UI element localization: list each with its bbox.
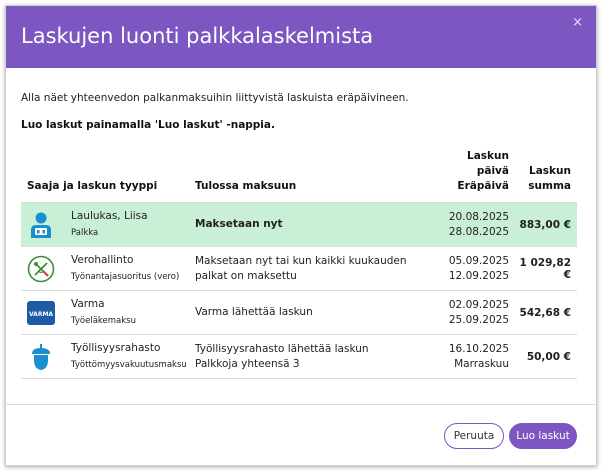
due-date: Marraskuu [454,357,509,370]
table-end-row [21,378,577,379]
status-cell: Varma lähettää laskun [195,290,437,335]
invoice-date: 16.10.2025 [448,342,509,355]
table-row[interactable]: Työllisyysrahasto Työttömyysvakuutusmaks… [21,334,577,379]
payee-cell: Työllisyysrahasto Työttömyysvakuutusmaks… [71,334,195,379]
payee-name: Laulukas, Liisa [71,209,148,222]
status-text: Varma lähettää laskun [195,306,313,318]
invoice-date: 02.09.2025 [448,298,509,311]
dates-cell: 05.09.2025 12.09.2025 [437,246,518,291]
payee-type: Työeläkemaksu [71,315,136,326]
invoice-dialog: Laskujen luonti palkkalaskelmista × Alla… [5,5,597,466]
row-icon-cell [21,246,71,291]
varma-logo-text: VARMA [29,311,53,318]
header-sum-line1: Laskun [529,165,571,177]
status-text: Maksetaan nyt [195,218,283,230]
status-cell: Työllisyysrahasto lähettää laskun Palkko… [195,334,437,379]
status-text-line2: palkat on maksettu [195,269,297,282]
invoice-date: 05.09.2025 [448,254,509,267]
status-text-line1: Työllisyysrahasto lähettää laskun [195,342,369,355]
header-sum: Laskun summa [518,149,577,203]
sum-cell: 1 029,82 € [518,246,577,291]
cancel-button[interactable]: Peruuta [444,423,504,449]
create-invoices-button[interactable]: Luo laskut [509,423,577,449]
payee-type: Työttömyysvakuutusmaksu [71,359,187,370]
payee-name: Verohallinto [71,253,134,266]
status-cell: Maksetaan nyt tai kun kaikki kuukauden p… [195,246,437,291]
invoice-date: 20.08.2025 [448,210,509,223]
intro-instruction: Luo laskut painamalla 'Luo laskut' -napp… [21,119,275,131]
varma-logo: VARMA [27,299,55,327]
close-icon[interactable]: × [572,15,583,30]
header-dates: Laskun päivä Eräpäivä [437,149,518,203]
sum-cell: 50,00 € [518,334,577,379]
row-icon-cell [21,202,71,247]
table-header-row: Saaja ja laskun tyyppi Tulossa maksuun L… [21,149,577,203]
dates-cell: 02.09.2025 25.09.2025 [437,290,518,335]
table-row[interactable]: Verohallinto Työnantajasuoritus (vero) M… [21,246,577,291]
due-date: 25.09.2025 [448,313,509,326]
acorn-icon [27,343,55,371]
payee-cell: Laulukas, Liisa Palkka [71,202,195,247]
header-date-line2: päivä [476,165,509,177]
payee-name: Varma [71,297,105,310]
row-icon-cell: VARMA [21,290,71,335]
status-cell: Maksetaan nyt [195,202,437,247]
intro-text: Alla näet yhteenvedon palkanmaksuihin li… [21,92,409,104]
sum-cell: 883,00 € [518,202,577,247]
header-sum-line2: summa [528,180,571,192]
table-row[interactable]: Laulukas, Liisa Palkka Maksetaan nyt 20.… [21,202,577,247]
payee-cell: Verohallinto Työnantajasuoritus (vero) [71,246,195,291]
table-row[interactable]: VARMA Varma Työeläkemaksu Varma lähettää… [21,290,577,335]
due-date: 12.09.2025 [448,269,509,282]
dialog-content: Alla näet yhteenvedon palkanmaksuihin li… [6,92,596,379]
payee-type: Palkka [71,227,99,238]
header-date-line1: Laskun [467,150,509,162]
header-status: Tulossa maksuun [195,180,297,192]
payee-cell: Varma Työeläkemaksu [71,290,195,335]
status-text-line1: Maksetaan nyt tai kun kaikki kuukauden [195,254,407,267]
sum-cell: 542,68 € [518,290,577,335]
dialog-title: Laskujen luonti palkkalaskelmista [21,24,374,48]
payee-name: Työllisyysrahasto [71,341,161,354]
row-icon-cell [21,334,71,379]
person-icon [27,211,55,239]
dates-cell: 20.08.2025 28.08.2025 [437,202,518,247]
tax-administration-logo [27,255,55,283]
dialog-header: Laskujen luonti palkkalaskelmista × [6,6,596,68]
due-date: 28.08.2025 [448,225,509,238]
status-text-line2: Palkkoja yhteensä 3 [195,357,300,370]
footer-divider [6,404,596,405]
payee-type: Työnantajasuoritus (vero) [71,271,180,282]
header-payee: Saaja ja laskun tyyppi [27,180,158,192]
header-date-line3: Eräpäivä [457,180,509,192]
dates-cell: 16.10.2025 Marraskuu [437,334,518,379]
invoice-table: Saaja ja laskun tyyppi Tulossa maksuun L… [21,149,577,379]
